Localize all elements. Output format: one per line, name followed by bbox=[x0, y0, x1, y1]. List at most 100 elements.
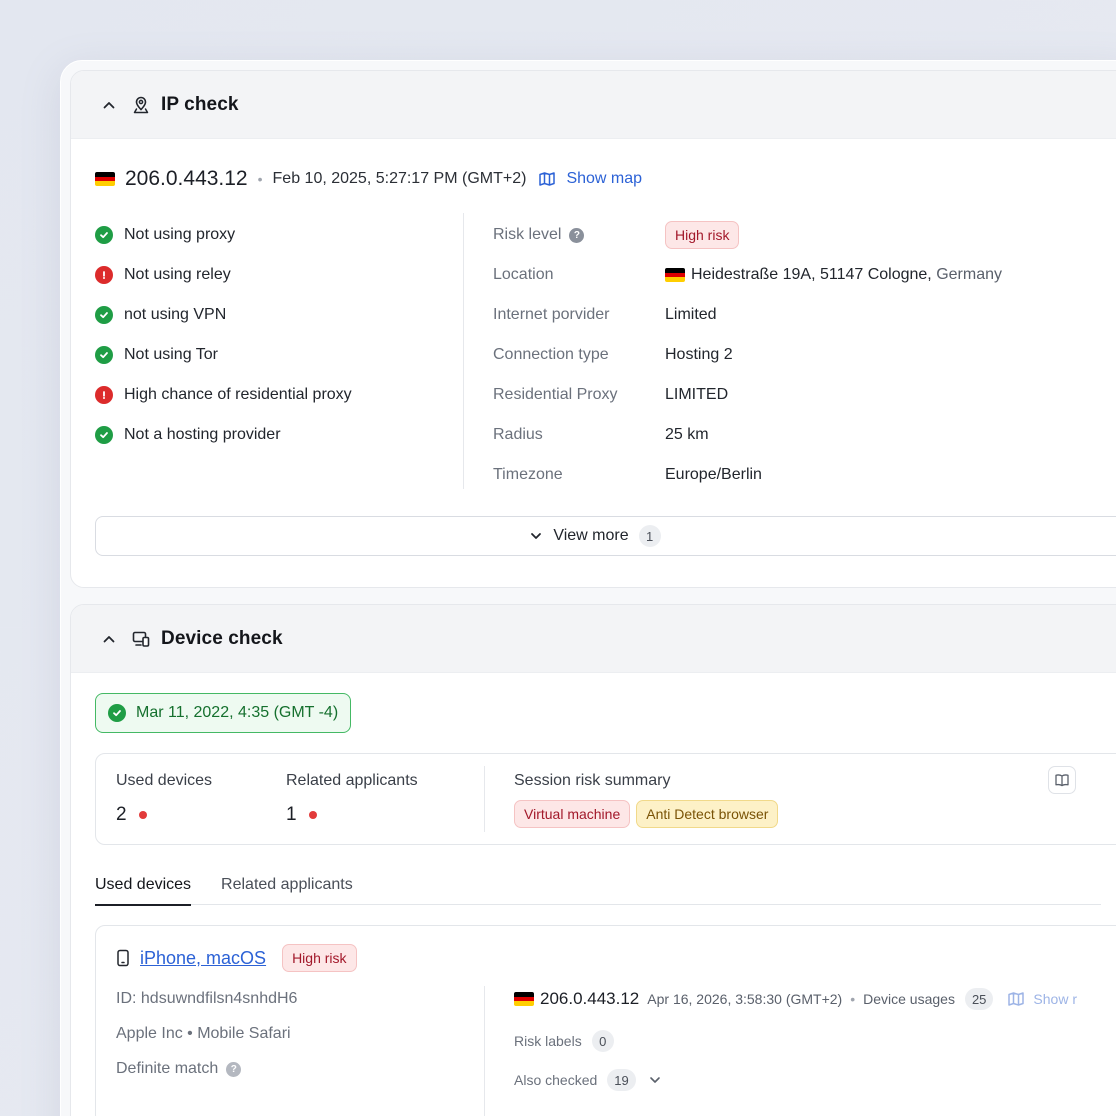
prop-row-radius: Radius 25 km bbox=[493, 415, 1002, 455]
device-summary: Used devices 2 Related applicants 1 Sess… bbox=[95, 753, 1116, 845]
prop-value: Hosting 2 bbox=[665, 346, 733, 363]
list-item: High chance of residential proxy bbox=[95, 375, 352, 415]
ip-summary-line: 206.0.443.12 • Feb 10, 2025, 5:27:17 PM … bbox=[95, 167, 642, 191]
prop-key: Location bbox=[493, 266, 554, 283]
list-item: not using VPN bbox=[95, 295, 352, 335]
tag-virtual-machine: Virtual machine bbox=[514, 800, 631, 828]
used-devices-label: Used devices bbox=[116, 772, 213, 789]
chevron-down-icon bbox=[531, 533, 542, 539]
prop-key: Connection type bbox=[493, 346, 609, 363]
device-ip-time: Apr 16, 2026, 3:58:30 (GMT+2) bbox=[647, 991, 843, 1007]
list-item: Not using Tor bbox=[95, 335, 352, 375]
devices-icon bbox=[132, 631, 150, 647]
also-checked-row[interactable]: Also checked 19 bbox=[514, 1069, 662, 1091]
device-usages-count: 25 bbox=[964, 988, 994, 1010]
device-check-header[interactable]: Device check bbox=[71, 605, 1116, 673]
show-map-link[interactable]: Show map bbox=[566, 170, 642, 188]
device-title: iPhone, macOS High risk bbox=[116, 944, 357, 972]
used-devices-stat: Used devices 2 bbox=[116, 772, 212, 826]
separator-dot: • bbox=[850, 991, 856, 1007]
match-label: Definite match bbox=[116, 1060, 219, 1077]
device-card: iPhone, macOS High risk ID: hdsuwndfilsn… bbox=[95, 925, 1116, 1116]
ip-check-title: IP check bbox=[161, 93, 239, 115]
list-item: Not a hosting provider bbox=[95, 415, 352, 455]
device-check-card: Device check Mar 11, 2022, 4:35 (GMT -4)… bbox=[70, 604, 1116, 1116]
session-date-badge: Mar 11, 2022, 4:35 (GMT -4) bbox=[95, 693, 352, 733]
risk-badge: High risk bbox=[665, 221, 740, 249]
alert-circle-icon bbox=[95, 386, 113, 404]
prop-key: Radius bbox=[493, 426, 543, 443]
session-risk-summary: Session risk summary Virtual machine Ant… bbox=[514, 772, 779, 828]
chevron-up-icon[interactable] bbox=[101, 631, 117, 647]
prop-key: Residential Proxy bbox=[493, 386, 618, 403]
session-date: Mar 11, 2022, 4:35 (GMT -4) bbox=[136, 704, 339, 721]
session-tags: Virtual machine Anti Detect browser bbox=[514, 800, 779, 828]
show-map-link[interactable]: Show r bbox=[1033, 991, 1077, 1007]
view-more-count: 1 bbox=[638, 525, 661, 547]
prop-key: Timezone bbox=[493, 466, 563, 483]
help-icon[interactable]: ? bbox=[569, 227, 585, 243]
location-country: Germany bbox=[931, 266, 1002, 283]
prop-row-residential: Residential Proxy LIMITED bbox=[493, 375, 1002, 415]
ip-properties: Risk level? High risk Location Heidestra… bbox=[493, 215, 1002, 495]
alert-circle-icon bbox=[95, 266, 113, 284]
risk-labels-count: 0 bbox=[591, 1030, 614, 1052]
map-icon[interactable] bbox=[538, 170, 556, 188]
ip-check-card: IP check 206.0.443.12 • Feb 10, 2025, 5:… bbox=[70, 70, 1116, 588]
device-vendor: Apple Inc • Mobile Safari bbox=[116, 1025, 291, 1042]
ip-timestamp: Feb 10, 2025, 5:27:17 PM (GMT+2) bbox=[272, 170, 527, 187]
check-label: High chance of residential proxy bbox=[124, 386, 352, 403]
risk-labels-row: Risk labels 0 bbox=[514, 1030, 614, 1052]
risk-level-label: Risk level bbox=[493, 226, 562, 243]
germany-flag-icon bbox=[665, 268, 685, 282]
list-item: Not using proxy bbox=[95, 215, 352, 255]
prop-key: Internet porvider bbox=[493, 306, 610, 323]
prop-value: LIMITED bbox=[665, 386, 729, 403]
map-icon[interactable] bbox=[1007, 990, 1025, 1008]
tab-used-devices[interactable]: Used devices bbox=[95, 865, 192, 906]
prop-row-timezone: Timezone Europe/Berlin bbox=[493, 455, 1002, 495]
chevron-down-icon[interactable] bbox=[648, 1073, 662, 1087]
also-checked-label: Also checked bbox=[514, 1072, 598, 1088]
related-applicants-stat: Related applicants 1 bbox=[286, 772, 418, 826]
check-label: not using VPN bbox=[124, 306, 227, 323]
prop-row-provider: Internet porvider Limited bbox=[493, 295, 1002, 335]
chevron-up-icon[interactable] bbox=[101, 97, 117, 113]
prop-value: 25 km bbox=[665, 426, 709, 443]
prop-row-location: Location Heidestraße 19A, 51147 Cologne,… bbox=[493, 255, 1002, 295]
device-name-link[interactable]: iPhone, macOS bbox=[140, 948, 266, 969]
ip-checks-list: Not using proxy Not using reley not usin… bbox=[95, 215, 352, 455]
risk-labels-label: Risk labels bbox=[514, 1033, 582, 1049]
help-icon[interactable]: ? bbox=[226, 1061, 242, 1077]
check-label: Not a hosting provider bbox=[124, 426, 281, 443]
check-circle-icon bbox=[95, 426, 113, 444]
book-open-icon bbox=[1055, 774, 1069, 787]
ip-address: 206.0.443.12 bbox=[125, 167, 248, 190]
tab-related-applicants[interactable]: Related applicants bbox=[221, 865, 353, 905]
location-value: Heidestraße 19A, 51147 Cologne, Germany bbox=[665, 266, 1002, 284]
book-button[interactable] bbox=[1048, 766, 1076, 794]
germany-flag-icon bbox=[95, 172, 115, 186]
device-ip: 206.0.443.12 bbox=[540, 989, 640, 1008]
separator-dot: • bbox=[257, 171, 263, 187]
also-checked-count: 19 bbox=[607, 1069, 636, 1091]
device-id: ID: hdsuwndfilsn4snhdH6 bbox=[116, 990, 298, 1007]
location-street: Heidestraße 19A, 51147 Cologne, bbox=[691, 266, 932, 283]
prop-row-risk: Risk level? High risk bbox=[493, 215, 1002, 255]
view-more-button[interactable]: View more 1 bbox=[95, 516, 1116, 556]
device-check-title: Device check bbox=[161, 627, 283, 649]
check-label: Not using Tor bbox=[124, 346, 218, 363]
device-match: Definite match ? bbox=[116, 1060, 242, 1078]
related-applicants-label: Related applicants bbox=[286, 772, 418, 789]
ip-check-header[interactable]: IP check bbox=[71, 71, 1116, 139]
check-label: Not using proxy bbox=[124, 226, 236, 243]
check-circle-icon bbox=[108, 704, 126, 722]
location-pin-icon bbox=[133, 96, 149, 113]
prop-value: Europe/Berlin bbox=[665, 466, 762, 483]
prop-row-connection: Connection type Hosting 2 bbox=[493, 335, 1002, 375]
view-more-label: View more bbox=[553, 527, 629, 544]
check-label: Not using reley bbox=[124, 266, 231, 283]
related-applicants-value: 1 bbox=[286, 804, 297, 825]
list-item: Not using reley bbox=[95, 255, 352, 295]
device-risk-badge: High risk bbox=[282, 944, 357, 972]
